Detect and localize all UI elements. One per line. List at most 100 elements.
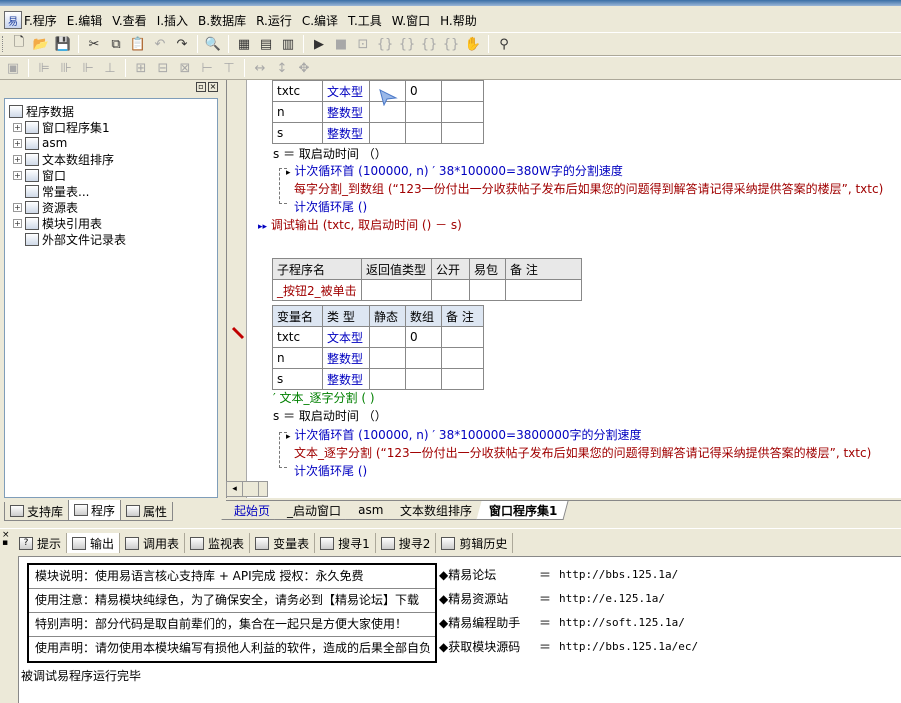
tab-window-program-set[interactable]: 窗口程序集1 — [476, 501, 570, 520]
link-url[interactable]: http://soft.125.1a/ — [559, 611, 685, 635]
table-row[interactable]: s 整数型 — [272, 368, 484, 390]
tab-program[interactable]: 程序 — [68, 500, 122, 521]
code-line[interactable]: s ＝ 取启动时间 （） — [273, 146, 387, 163]
tab-properties[interactable]: 属性 — [120, 502, 174, 521]
new-icon[interactable]: 🗋 — [8, 34, 30, 54]
align-right-icon[interactable]: ⊩ — [77, 58, 99, 78]
code-line[interactable]: s ＝ 取启动时间 （） — [273, 408, 387, 425]
hand-icon[interactable]: ✋ — [462, 34, 484, 54]
tree-item-text-array-sort[interactable]: + 文本数组排序 — [9, 151, 217, 167]
code-line[interactable]: ′ 文本_逐字分割 ( ) — [273, 390, 375, 407]
menu-database[interactable]: B.数据库 — [198, 12, 246, 29]
cut-icon[interactable]: ✂ — [83, 34, 105, 54]
tab-text-array-sort[interactable]: 文本数组排序 — [387, 501, 484, 520]
code-line[interactable]: 计次循环尾 () — [294, 199, 367, 216]
panel-close-icon[interactable]: × ▪ — [2, 531, 10, 548]
scroll-thumb[interactable] — [243, 482, 259, 496]
menu-window[interactable]: W.窗口 — [392, 12, 430, 29]
center-v-icon[interactable]: ↕ — [271, 58, 293, 78]
run-icon[interactable]: ▶ — [308, 34, 330, 54]
tree-item-resources[interactable]: + 资源表 — [9, 199, 217, 215]
copy-icon[interactable]: ⧉ — [105, 34, 127, 54]
paste-icon[interactable]: 📋 — [127, 34, 149, 54]
tab-output[interactable]: 输出 — [67, 533, 121, 553]
open-icon[interactable]: 📂 — [30, 34, 52, 54]
tab-startup-window[interactable]: _启动窗口 — [274, 501, 353, 520]
link-url[interactable]: http://bbs.125.1a/ec/ — [559, 635, 698, 659]
undo-icon[interactable]: ↶ — [149, 34, 171, 54]
table-row[interactable]: txtc 文本型 0 — [272, 326, 484, 348]
grid-icon[interactable]: ▣ — [2, 58, 24, 78]
code-line[interactable]: ▸ 计次循环首 (100000, n) ′ 38*100000=380W字的分割… — [286, 163, 623, 180]
output-window[interactable]: 模块说明：使用易语言核心支持库 + API完成 授权：永久免费 使用注意：精易模… — [18, 556, 901, 703]
editor-gutter[interactable] — [227, 80, 247, 498]
horizontal-scrollbar[interactable]: ◂ — [226, 481, 268, 497]
menu-help[interactable]: H.帮助 — [440, 12, 477, 29]
menu-insert[interactable]: I.插入 — [157, 12, 188, 29]
menu-compile[interactable]: C.编译 — [302, 12, 338, 29]
search-binoculars-icon[interactable]: ⚲ — [493, 34, 515, 54]
tab-clip-history[interactable]: 剪辑历史 — [436, 533, 514, 553]
tab-search-1[interactable]: 搜寻1 — [315, 533, 376, 553]
tree-item-constants[interactable]: 常量表... — [9, 183, 217, 199]
scroll-left-icon[interactable]: ◂ — [227, 482, 243, 496]
tree-item-window-program-set[interactable]: + 窗口程序集1 — [9, 119, 217, 135]
table-row[interactable]: s 整数型 — [272, 122, 484, 144]
expand-icon[interactable]: + — [13, 154, 22, 164]
menu-edit[interactable]: E.编辑 — [67, 12, 102, 29]
step-5-icon[interactable]: {} — [440, 34, 462, 54]
expand-icon[interactable]: + — [13, 218, 22, 228]
menu-run[interactable]: R.运行 — [256, 12, 292, 29]
tree-item-module-refs[interactable]: + 模块引用表 — [9, 215, 217, 231]
tab-watch[interactable]: 监视表 — [185, 533, 251, 553]
layout-2-icon[interactable]: ▤ — [255, 34, 277, 54]
close-icon[interactable]: × — [208, 82, 218, 92]
layout-3-icon[interactable]: ▥ — [277, 34, 299, 54]
step-3-icon[interactable]: {} — [396, 34, 418, 54]
link-url[interactable]: http://e.125.1a/ — [559, 587, 665, 611]
menu-program[interactable]: 易 F.程序 — [4, 11, 57, 29]
hspace-icon[interactable]: ⊢ — [196, 58, 218, 78]
step-2-icon[interactable]: {} — [374, 34, 396, 54]
table-row[interactable]: n 整数型 — [272, 347, 484, 369]
redo-icon[interactable]: ↷ — [171, 34, 193, 54]
menu-view[interactable]: V.查看 — [112, 12, 146, 29]
center-h-icon[interactable]: ↔ — [249, 58, 271, 78]
step-1-icon[interactable]: ⊡ — [352, 34, 374, 54]
align-left-icon[interactable]: ⊫ — [33, 58, 55, 78]
expand-icon[interactable]: + — [13, 122, 22, 132]
expand-icon[interactable]: + — [13, 138, 22, 148]
tab-hint[interactable]: ? 提示 — [14, 533, 68, 553]
table-row[interactable]: _按钮2_被单击 — [272, 279, 582, 301]
link-url[interactable]: http://bbs.125.1a/ — [559, 563, 678, 587]
code-line[interactable]: 每字分割_到数组 (“123一份付出一分收获帖子发布后如果您的问题得到解答请记得… — [294, 181, 883, 198]
find-icon[interactable]: 🔍 — [202, 34, 224, 54]
code-line[interactable]: ▸▸ 调试输出 (txtc, 取启动时间 () － s) — [258, 217, 462, 234]
tree-item-external-files[interactable]: 外部文件记录表 — [9, 231, 217, 247]
expand-icon[interactable]: + — [13, 170, 22, 180]
same-width-icon[interactable]: ⊞ — [130, 58, 152, 78]
tree-item-window[interactable]: + 窗口 — [9, 167, 217, 183]
code-line[interactable]: 计次循环尾 () — [294, 463, 367, 480]
tab-start-page[interactable]: 起始页 — [221, 501, 282, 520]
same-size-icon[interactable]: ⊠ — [174, 58, 196, 78]
step-4-icon[interactable]: {} — [418, 34, 440, 54]
center-both-icon[interactable]: ✥ — [293, 58, 315, 78]
tab-search-2[interactable]: 搜寻2 — [376, 533, 437, 553]
tab-variables[interactable]: 变量表 — [250, 533, 316, 553]
tree-item-program-data[interactable]: 程序数据 — [9, 103, 217, 119]
layout-1-icon[interactable]: ▦ — [233, 34, 255, 54]
menu-tools[interactable]: T.工具 — [348, 12, 382, 29]
tab-support-library[interactable]: 支持库 — [4, 502, 70, 521]
code-content[interactable]: txtc 文本型 0 n 整数型 s 整数型 s ＝ 取启动时间 （） ▸ 计次… — [248, 80, 901, 498]
toolbar-grip[interactable] — [2, 36, 5, 52]
vspace-icon[interactable]: ⊤ — [218, 58, 240, 78]
tab-call-stack[interactable]: 调用表 — [120, 533, 186, 553]
save-icon[interactable]: 💾 — [52, 34, 74, 54]
code-line[interactable]: 文本_逐字分割 (“123一份付出一分收获帖子发布后如果您的问题得到解答请记得采… — [294, 445, 871, 462]
same-height-icon[interactable]: ⊟ — [152, 58, 174, 78]
align-center-icon[interactable]: ⊪ — [55, 58, 77, 78]
align-bottom-icon[interactable]: ⊥ — [99, 58, 121, 78]
restore-icon[interactable]: ▫ — [196, 82, 206, 92]
tree-item-asm[interactable]: + asm — [9, 135, 217, 151]
